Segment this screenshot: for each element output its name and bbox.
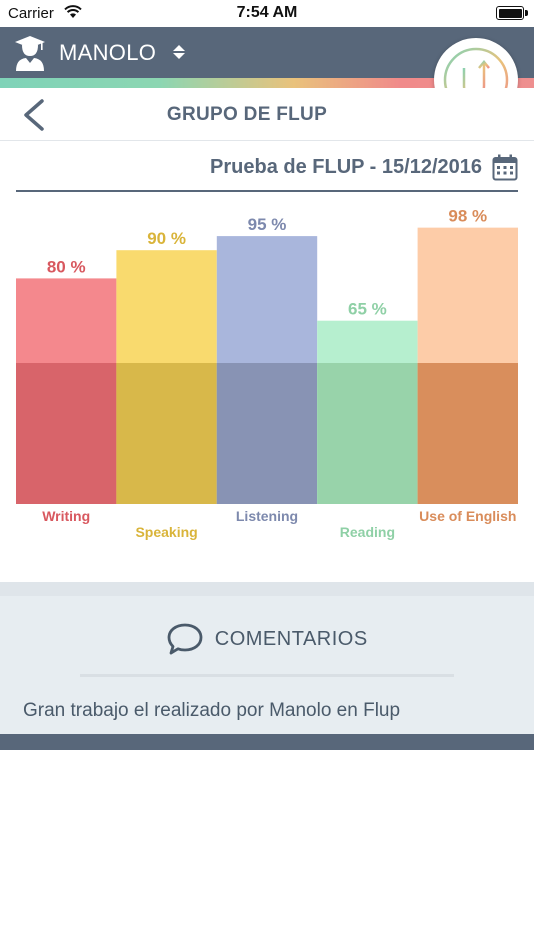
category-label-writing: Writing — [42, 508, 90, 524]
footer-strip — [0, 734, 534, 750]
page-title: GRUPO DE FLUP — [166, 104, 328, 125]
clock: 7:54 AM — [236, 4, 298, 21]
bar-base-use-of-english — [417, 363, 518, 504]
value-label-listening: 95 % — [248, 215, 287, 234]
comments-section: COMENTARIOS Gran trabajo el realizado po… — [0, 582, 534, 734]
status-bar: Carrier 7:54 AM — [0, 0, 534, 27]
student-avatar-icon — [15, 36, 45, 71]
comments-divider — [80, 674, 454, 677]
category-label-speaking: Speaking — [135, 524, 197, 540]
comments-title: COMENTARIOS — [214, 627, 368, 650]
bar-base-listening — [216, 363, 318, 504]
bar-base-speaking — [116, 363, 217, 504]
category-label-reading: Reading — [340, 524, 395, 540]
category-label-use-of-english: Use of English — [419, 508, 516, 524]
speech-bubble-icon — [167, 623, 203, 655]
category-label-listening: Listening — [236, 508, 298, 524]
value-label-writing: 80 % — [47, 257, 86, 276]
sort-toggle-icon[interactable] — [172, 42, 186, 62]
comment-text: Gran trabajo el realizado por Manolo en … — [23, 700, 401, 721]
user-name[interactable]: MANOLO — [59, 40, 156, 66]
value-label-reading: 65 % — [348, 300, 387, 319]
calendar-icon[interactable] — [492, 154, 518, 181]
comments-header: COMENTARIOS — [0, 622, 534, 656]
bar-base-reading — [317, 363, 418, 504]
navigation-bar: GRUPO DE FLUP — [0, 88, 534, 141]
value-label-use-of-english: 98 % — [448, 207, 487, 226]
value-label-speaking: 90 % — [147, 229, 186, 248]
test-selector[interactable]: Prueba de FLUP - 15/12/2016 — [16, 150, 518, 192]
bar-base-writing — [16, 363, 117, 504]
battery-icon — [496, 6, 528, 20]
skills-bar-chart: 80 % Writing 90 % Speaking 95 % Listening 65 %… — [16, 207, 518, 540]
test-name-date[interactable]: Prueba de FLUP - 15/12/2016 — [210, 156, 482, 179]
